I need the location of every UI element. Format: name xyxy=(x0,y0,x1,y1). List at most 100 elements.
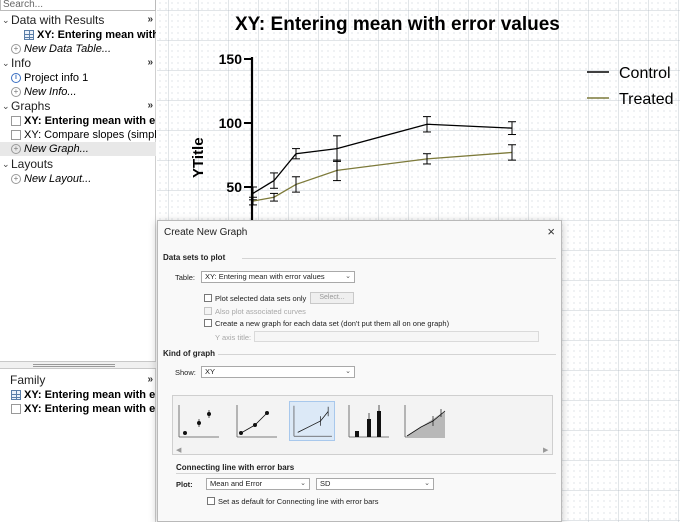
section-kind-heading: Kind of graph xyxy=(163,349,215,358)
add-icon: + xyxy=(11,174,21,184)
chevron-down-icon: ⌄ xyxy=(345,273,351,280)
table-select-value: XY: Entering mean with error values xyxy=(205,272,325,281)
section-data-with-results[interactable]: ⌄ Data with Results » xyxy=(0,13,156,27)
chevron-down-icon[interactable]: ⌄ xyxy=(2,99,10,113)
dialog-title: Create New Graph xyxy=(164,227,248,238)
nav-item-label: XY: Entering mean with erro xyxy=(24,115,156,127)
close-icon[interactable]: × xyxy=(547,224,555,239)
y-tick-label: 50 xyxy=(226,179,242,195)
data-table-icon xyxy=(24,30,34,40)
section-label: Data with Results xyxy=(11,13,105,27)
nav-item-label: New Info... xyxy=(24,86,77,98)
nav-item-label: New Data Table... xyxy=(24,43,112,55)
section-label: Graphs xyxy=(11,99,51,113)
data-table-icon xyxy=(11,390,21,400)
chevron-down-icon: ⌄ xyxy=(424,480,430,487)
nav-item-graph-entering-mean[interactable]: XY: Entering mean with erro xyxy=(0,114,156,128)
nav-item-label: XY: Entering mean with erro xyxy=(24,403,156,415)
splitter-grip[interactable] xyxy=(33,364,115,367)
chevron-down-icon[interactable]: ⌄ xyxy=(2,56,10,70)
section-graphs[interactable]: ⌄ Graphs » xyxy=(0,99,156,113)
connecting-line-heading: Connecting line with error bars xyxy=(176,463,295,472)
search-input[interactable]: Search... xyxy=(0,0,156,11)
nav-item-label: New Graph... xyxy=(24,143,89,155)
nav-item-new-data-table[interactable]: + New Data Table... xyxy=(0,42,156,56)
thumb-points-and-line[interactable] xyxy=(233,401,279,441)
section-label: Family xyxy=(10,373,46,387)
section-info[interactable]: ⌄ Info » xyxy=(0,56,156,70)
error-type-value: SD xyxy=(320,479,331,488)
y-axis-title-label: Y axis title: xyxy=(215,333,252,342)
plot-select[interactable]: Mean and Error ⌄ xyxy=(206,478,310,490)
plot-label: Plot: xyxy=(176,480,193,489)
chevron-down-icon: ⌄ xyxy=(345,368,351,375)
collapse-panel-icon[interactable]: » xyxy=(147,13,153,27)
new-graph-each-label: Create a new graph for each data set (do… xyxy=(215,319,450,328)
thumb-area-chart[interactable] xyxy=(401,401,447,441)
collapse-panel-icon[interactable]: » xyxy=(147,373,153,387)
new-graph-each-checkbox[interactable] xyxy=(204,319,212,327)
nav-item-new-layout[interactable]: + New Layout... xyxy=(0,172,156,186)
select-button[interactable]: Select... xyxy=(310,292,354,304)
collapse-panel-icon[interactable]: » xyxy=(147,56,153,70)
nav-item-new-info[interactable]: + New Info... xyxy=(0,85,156,99)
plot-selected-checkbox[interactable] xyxy=(204,294,212,302)
nav-item-new-graph[interactable]: + New Graph... xyxy=(0,142,156,156)
nav-item-data-table[interactable]: XY: Entering mean with e xyxy=(0,28,156,42)
legend-label: Control xyxy=(619,65,671,82)
nav-item-label: New Layout... xyxy=(24,173,92,185)
nav-item-graph-compare-slopes[interactable]: XY: Compare slopes (simple l xyxy=(0,128,156,142)
collapse-panel-icon[interactable]: » xyxy=(147,99,153,113)
scroll-right-icon[interactable]: ▶ xyxy=(543,446,548,454)
plot-select-value: Mean and Error xyxy=(210,479,263,488)
show-select[interactable]: XY ⌄ xyxy=(201,366,355,378)
also-plot-curves-checkbox[interactable] xyxy=(204,307,212,315)
family-item-graph[interactable]: XY: Entering mean with erro xyxy=(0,402,156,416)
section-divider xyxy=(218,354,556,355)
nav-item-project-info[interactable]: i Project info 1 xyxy=(0,71,156,85)
chevron-down-icon: ⌄ xyxy=(300,480,306,487)
scroll-left-icon[interactable]: ◀ xyxy=(176,446,181,454)
section-layouts[interactable]: ⌄ Layouts xyxy=(0,157,156,171)
project-navigator: Search... ⌄ Data with Results » XY: Ente… xyxy=(0,0,156,522)
section-label: Layouts xyxy=(11,157,54,171)
chevron-down-icon[interactable]: ⌄ xyxy=(2,13,10,27)
thumb-bar-chart[interactable] xyxy=(345,401,391,441)
legend-label: Treated xyxy=(619,91,674,108)
thumb-points-only[interactable] xyxy=(175,401,221,441)
graph-icon xyxy=(11,404,21,414)
thumb-line-error-bars[interactable] xyxy=(289,401,335,441)
y-tick-label: 150 xyxy=(219,51,243,67)
show-select-value: XY xyxy=(205,367,216,376)
add-icon: + xyxy=(11,87,21,97)
graph-type-gallery: ◀ ▶ xyxy=(172,395,553,455)
nav-item-label: XY: Entering mean with erro xyxy=(24,389,156,401)
graph-icon xyxy=(11,130,21,140)
navigator-splitter[interactable] xyxy=(0,361,156,369)
y-tick-label: 100 xyxy=(219,115,243,131)
section-label: Info xyxy=(11,56,32,70)
error-type-select[interactable]: SD ⌄ xyxy=(316,478,434,490)
table-select[interactable]: XY: Entering mean with error values ⌄ xyxy=(201,271,355,283)
family-item-data-table[interactable]: XY: Entering mean with erro xyxy=(0,388,156,402)
section-data-sets-heading: Data sets to plot xyxy=(163,253,226,262)
set-default-label: Set as default for Connecting line with … xyxy=(218,497,379,506)
add-icon: + xyxy=(11,44,21,54)
add-icon: + xyxy=(11,144,21,154)
y-axis-title-input[interactable] xyxy=(254,331,539,342)
chevron-down-icon[interactable]: ⌄ xyxy=(2,157,10,171)
section-divider xyxy=(176,473,556,474)
section-divider xyxy=(242,258,556,259)
plot-selected-label: Plot selected data sets only xyxy=(215,294,307,303)
also-plot-curves-label: Also plot associated curves xyxy=(215,307,306,316)
create-new-graph-dialog: Create New Graph × Data sets to plot Tab… xyxy=(157,220,562,522)
nav-item-label: Project info 1 xyxy=(24,72,89,84)
show-label: Show: xyxy=(175,368,196,377)
table-label: Table: xyxy=(175,273,196,282)
info-icon: i xyxy=(11,73,21,83)
section-family[interactable]: Family » xyxy=(0,373,156,387)
nav-item-label: XY: Entering mean with e xyxy=(37,29,156,41)
nav-item-label: XY: Compare slopes (simple l xyxy=(24,129,156,141)
series-line-control xyxy=(252,123,513,194)
set-default-checkbox[interactable] xyxy=(207,497,215,505)
